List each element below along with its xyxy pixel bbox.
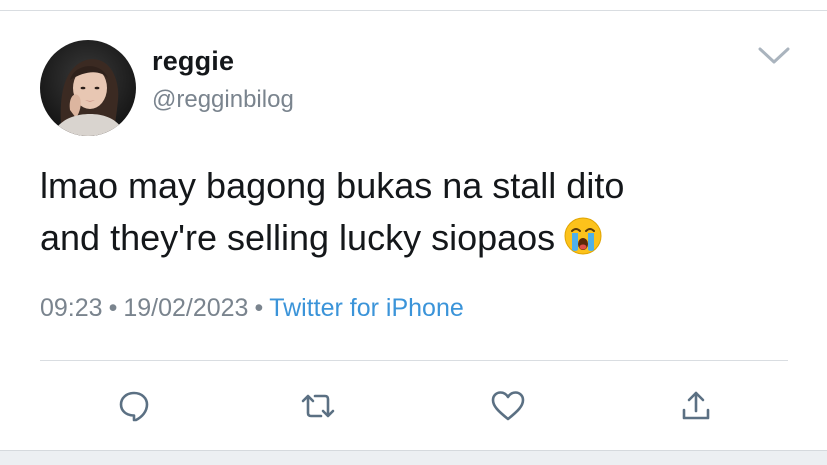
tweet-meta: 09:23 • 19/02/2023 • Twitter for iPhone: [40, 294, 464, 323]
loudly-crying-face-icon: [563, 216, 603, 270]
share-button[interactable]: [676, 386, 716, 426]
retweet-icon: [301, 394, 335, 418]
tweet-text: lmao may bagong bukas na stall dito and …: [40, 160, 800, 270]
heart-icon: [491, 391, 525, 421]
tweet-text-line: lmao may bagong bukas na stall dito: [40, 165, 625, 206]
chevron-down-icon: [758, 47, 790, 64]
tweet-text-segment: and they're selling lucky siopaos: [40, 217, 556, 258]
meta-separator: •: [254, 294, 264, 322]
user-handle[interactable]: @regginbilog: [152, 86, 294, 114]
tweet-source-link[interactable]: Twitter for iPhone: [269, 294, 464, 322]
more-options-button[interactable]: [752, 40, 796, 72]
actions-divider: [40, 360, 788, 361]
tweet-date: 19/02/2023: [123, 294, 249, 322]
meta-separator: •: [108, 294, 118, 322]
like-button[interactable]: [488, 386, 528, 426]
reply-icon: [119, 391, 149, 422]
top-divider: [0, 0, 827, 11]
retweet-button[interactable]: [298, 386, 338, 426]
tweet-text-line: and they're selling lucky siopaos: [40, 212, 800, 270]
tweet-time: 09:23: [40, 294, 103, 322]
bottom-divider: [0, 450, 827, 465]
tweet-page: reggie @regginbilog lmao may bagong buka…: [0, 0, 827, 465]
avatar[interactable]: [40, 40, 136, 136]
reply-button[interactable]: [114, 386, 154, 426]
display-name[interactable]: reggie: [152, 46, 234, 77]
avatar-photo: [40, 40, 136, 136]
share-icon: [682, 391, 710, 420]
